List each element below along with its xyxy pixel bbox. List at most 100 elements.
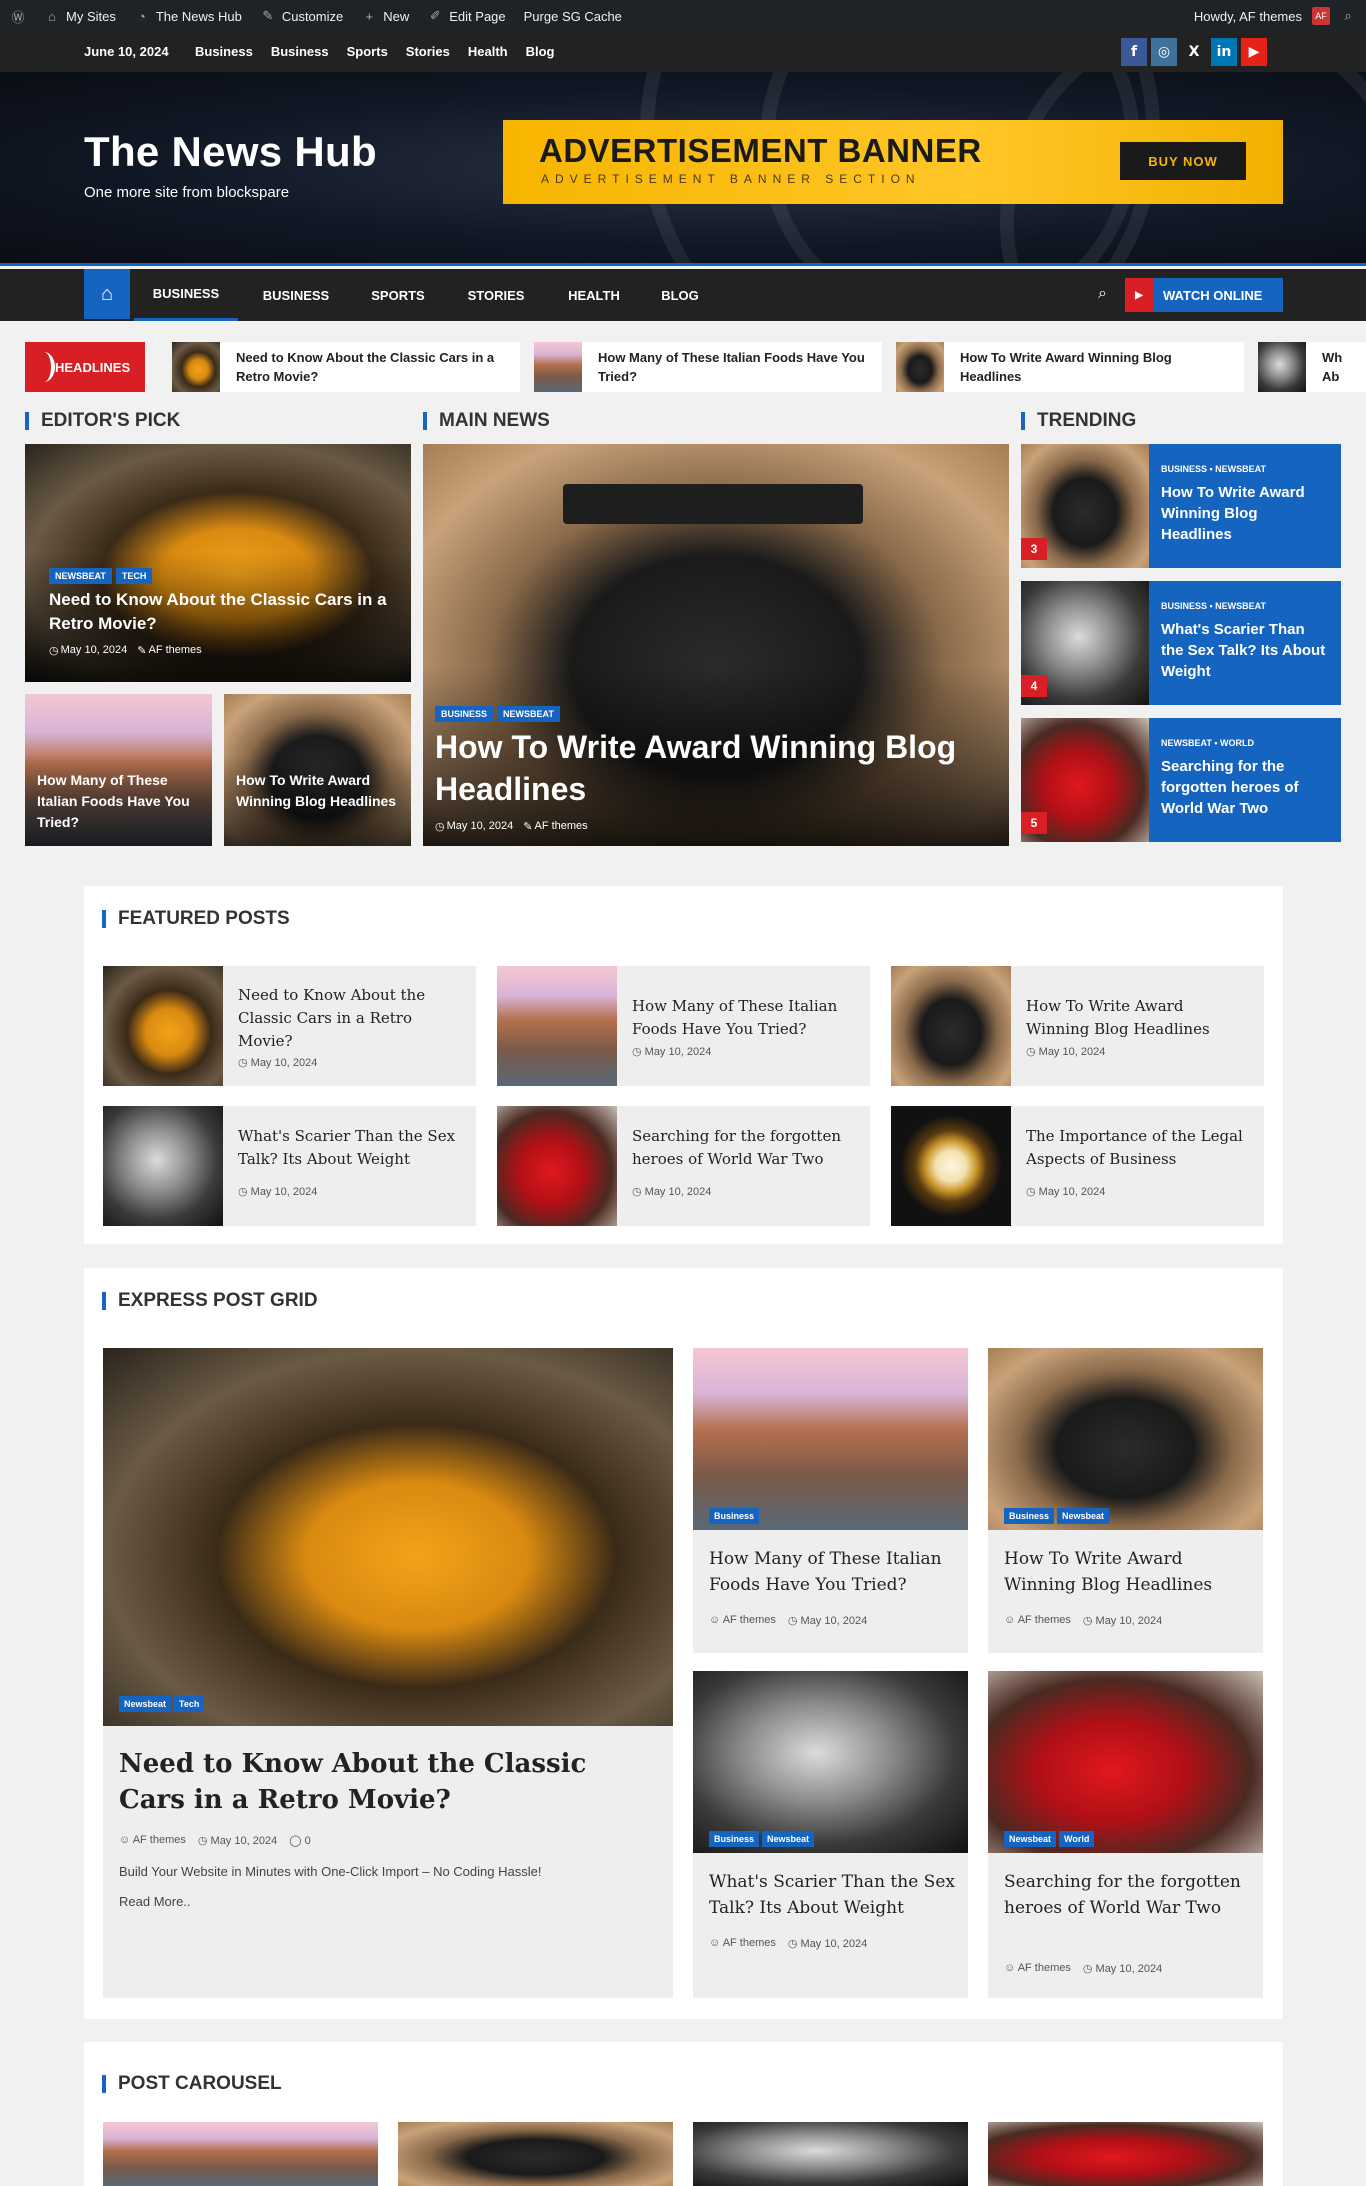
avatar[interactable]: AF: [1312, 7, 1330, 25]
author-icon: ☺ AF themes: [709, 1937, 776, 1949]
trending-categories: BUSINESS • NEWSBEAT: [1161, 601, 1266, 611]
editors-pick-main-card[interactable]: NEWSBEAT TECH Need to Know About the Clas…: [25, 444, 411, 682]
clock-icon: ◷ May 10, 2024: [787, 1938, 868, 1950]
top-menu-blog[interactable]: Blog: [526, 44, 555, 59]
featured-post[interactable]: What's Scarier Than the Sex Talk? Its Ab…: [103, 1106, 476, 1226]
youtube-icon[interactable]: ▶: [1241, 38, 1267, 66]
top-menu-business[interactable]: Business: [195, 44, 253, 59]
advertisement-banner[interactable]: ADVERTISEMENT BANNER ADVERTISEMENT BANNE…: [503, 120, 1283, 204]
site-title[interactable]: The News Hub: [84, 128, 377, 176]
post-carousel-panel: POST CAROUSEL: [84, 2042, 1283, 2186]
ticker-item[interactable]: Need to Know About the Classic Cars in a…: [172, 342, 520, 392]
trending-item[interactable]: 3 BUSINESS • NEWSBEAT How To Write Award…: [1021, 444, 1341, 568]
author-icon: ☺ AF themes: [1004, 1614, 1071, 1626]
plus-icon: +: [365, 8, 374, 24]
buy-now-button[interactable]: BUY NOW: [1120, 142, 1246, 180]
clock-icon: ◷ May 10, 2024: [1082, 1615, 1163, 1627]
post-badges: Newsbeat Tech: [119, 1694, 207, 1712]
featured-post[interactable]: Searching for the forgotten heroes of Wo…: [497, 1106, 870, 1226]
top-menu-sports[interactable]: Sports: [347, 44, 388, 59]
nav-sports[interactable]: SPORTS: [354, 269, 442, 321]
post-date: ◷ May 10, 2024: [1026, 1186, 1106, 1198]
ticker-item[interactable]: Wh Ab: [1258, 342, 1366, 392]
main-news-card[interactable]: BUSINESS NEWSBEAT How To Write Award Winn…: [423, 444, 1009, 846]
facebook-icon[interactable]: f: [1121, 38, 1147, 66]
top-menu-stories[interactable]: Stories: [406, 44, 450, 59]
wordpress-logo[interactable]: Ⓦ: [10, 8, 26, 25]
top-menu-health[interactable]: Health: [468, 44, 508, 59]
ticker-item[interactable]: How Many of These Italian Foods Have You…: [534, 342, 882, 392]
express-card[interactable]: Business Newsbeat What's Scarier Than the…: [693, 1671, 968, 1998]
post-title: How Many of These Italian Foods Have You…: [709, 1549, 942, 1595]
ticker-arc-icon: [33, 352, 55, 382]
top-menu-business-2[interactable]: Business: [271, 44, 329, 59]
card-title: How To Write Award Winning Blog Headline…: [236, 772, 397, 809]
new-link[interactable]: + New: [361, 8, 409, 24]
post-date: ◷ May 10, 2024: [632, 1186, 712, 1198]
express-card[interactable]: Newsbeat World Searching for the forgotte…: [988, 1671, 1263, 1998]
howdy-link[interactable]: Howdy, AF themes: [1194, 9, 1302, 24]
main-news-heading: MAIN NEWS: [423, 411, 550, 430]
ticker-item[interactable]: How To Write Award Winning Blog Headline…: [896, 342, 1244, 392]
x-icon[interactable]: X: [1181, 38, 1207, 66]
nav-business[interactable]: BUSINESS: [134, 269, 238, 321]
my-sites-link[interactable]: ⌂ My Sites: [44, 8, 116, 24]
post-thumbnail: [891, 1106, 1011, 1226]
post-date: ◷ May 10, 2024: [1026, 1046, 1106, 1058]
nav-health[interactable]: HEALTH: [552, 269, 636, 321]
brush-icon: ✎: [262, 8, 274, 23]
featured-post[interactable]: Need to Know About the Classic Cars in a…: [103, 966, 476, 1086]
site-name-link[interactable]: ◔ The News Hub: [134, 8, 242, 24]
post-title: The Importance of the Legal Aspects of B…: [1026, 1127, 1243, 1168]
post-title: How Many of These Italian Foods Have You…: [632, 997, 838, 1038]
customize-link[interactable]: ✎ Customize: [260, 8, 343, 24]
card-badges: BUSINESS NEWSBEAT: [435, 704, 564, 722]
read-more-link[interactable]: Read More..: [119, 1894, 191, 1909]
ticker-thumbnail: [534, 342, 582, 392]
express-card[interactable]: Business Newsbeat How To Write Award Winn…: [988, 1348, 1263, 1653]
post-title: Need to Know About the Classic Cars in a…: [238, 986, 426, 1050]
nav-business-2[interactable]: BUSINESS: [246, 269, 346, 321]
admin-bar: Ⓦ ⌂ My Sites ◔ The News Hub ✎ Customize + Ne…: [0, 0, 1366, 32]
post-badges: Business Newsbeat: [709, 1829, 817, 1847]
author-icon: ☺ AF themes: [709, 1614, 776, 1626]
post-thumbnail: [891, 966, 1011, 1086]
edit-page-link[interactable]: ✐ Edit Page: [427, 8, 506, 24]
search-icon[interactable]: ⌕: [1098, 285, 1107, 303]
trending-item[interactable]: 4 BUSINESS • NEWSBEAT What's Scarier Tha…: [1021, 581, 1341, 705]
linkedin-icon[interactable]: in: [1211, 38, 1237, 66]
watch-online-button[interactable]: ▶ WATCH ONLINE: [1125, 278, 1283, 312]
nav-blog[interactable]: BLOG: [644, 269, 716, 321]
post-title: What's Scarier Than the Sex Talk? Its Ab…: [709, 1872, 955, 1918]
post-thumbnail: [103, 1106, 223, 1226]
featured-post[interactable]: How To Write Award Winning Blog Headline…: [891, 966, 1264, 1086]
carousel-thumbnail[interactable]: [103, 2122, 378, 2186]
post-meta: ☺ AF themes ◷ May 10, 2024: [1004, 1962, 1162, 1975]
carousel-thumbnail[interactable]: [398, 2122, 673, 2186]
search-icon[interactable]: ⌕: [1340, 8, 1356, 24]
post-title: How To Write Award Winning Blog Headline…: [1026, 997, 1210, 1038]
featured-post[interactable]: The Importance of the Legal Aspects of B…: [891, 1106, 1264, 1226]
trending-title: How To Write Award Winning Blog Headline…: [1161, 484, 1305, 543]
trending-heading: TRENDING: [1021, 411, 1136, 430]
trending-item[interactable]: 5 NEWSBEAT • WORLD Searching for the for…: [1021, 718, 1341, 842]
express-big-post[interactable]: Newsbeat Tech Need to Know About the Clas…: [103, 1348, 673, 1998]
post-date: ◷ May 10, 2024: [238, 1186, 318, 1198]
post-thumbnail: [497, 1106, 617, 1226]
featured-post[interactable]: How Many of These Italian Foods Have You…: [497, 966, 870, 1086]
purge-cache-link[interactable]: Purge SG Cache: [524, 9, 622, 24]
instagram-icon[interactable]: ◎: [1151, 38, 1177, 66]
editors-pick-small-card[interactable]: How To Write Award Winning Blog Headline…: [224, 694, 411, 846]
post-meta: ☺ AF themes ◷ May 10, 2024: [709, 1614, 867, 1627]
nav-stories[interactable]: STORIES: [452, 269, 540, 321]
post-thumbnail: [988, 1671, 1263, 1853]
post-thumbnail: [103, 1348, 673, 1726]
pencil-icon: ✐: [429, 8, 441, 23]
express-card[interactable]: Business How Many of These Italian Foods…: [693, 1348, 968, 1653]
post-meta: ☺ AF themes ◷ May 10, 2024 ◯ 0: [119, 1834, 311, 1847]
home-icon[interactable]: ⌂: [84, 269, 130, 319]
carousel-thumbnail[interactable]: [988, 2122, 1263, 2186]
editors-pick-small-card[interactable]: How Many of These Italian Foods Have You…: [25, 694, 212, 846]
post-thumbnail: [988, 1348, 1263, 1530]
carousel-thumbnail[interactable]: [693, 2122, 968, 2186]
